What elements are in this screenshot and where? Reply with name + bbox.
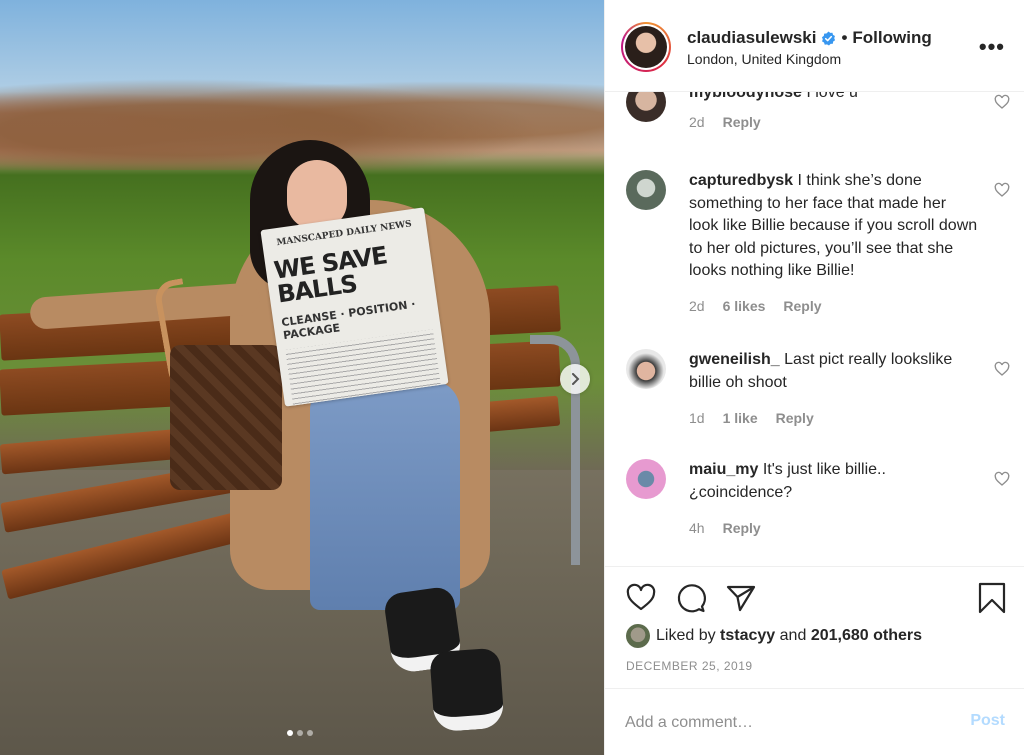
sneaker bbox=[429, 647, 505, 733]
post-photo[interactable]: MANSCAPED DAILY NEWS WE SAVE BALLS CLEAN… bbox=[0, 0, 604, 755]
liked-by-prefix: Liked by bbox=[656, 627, 716, 644]
commenter-avatar[interactable] bbox=[626, 92, 666, 122]
comment-body: I love u bbox=[806, 92, 858, 101]
comments-list[interactable]: mybloodynose I love u 2d Reply capturedb… bbox=[605, 92, 1024, 566]
carousel-dot-active bbox=[287, 730, 293, 736]
post-date[interactable]: DECEMBER 25, 2019 bbox=[626, 659, 753, 673]
liker-avatar[interactable] bbox=[626, 624, 650, 648]
heart-icon[interactable] bbox=[994, 361, 1010, 377]
carousel-dot bbox=[307, 730, 313, 736]
comment-likes[interactable]: 1 like bbox=[723, 410, 758, 426]
post-location[interactable]: London, United Kingdom bbox=[687, 51, 841, 67]
verified-badge-icon bbox=[822, 30, 836, 45]
commenter-avatar[interactable] bbox=[626, 349, 666, 389]
heart-icon[interactable] bbox=[994, 471, 1010, 487]
heart-icon[interactable] bbox=[625, 582, 657, 614]
more-options-button[interactable]: ••• bbox=[979, 36, 1005, 58]
post-actions: Liked by tstacyy and 201,680 others DECE… bbox=[605, 566, 1024, 688]
carousel-next-button[interactable] bbox=[560, 364, 590, 394]
post-header: claudiasulewski • Following London, Unit… bbox=[605, 0, 1024, 92]
commenter-username[interactable]: capturedbysk bbox=[689, 172, 793, 189]
follow-status-button[interactable]: Following bbox=[852, 28, 931, 48]
comment-text: maiu_my It's just like billie.. ¿coincid… bbox=[689, 459, 979, 504]
handbag bbox=[170, 345, 282, 490]
add-comment-bar: Post bbox=[605, 688, 1024, 755]
author-username[interactable]: claudiasulewski bbox=[687, 28, 816, 48]
commenter-avatar[interactable] bbox=[626, 459, 666, 499]
newspaper: MANSCAPED DAILY NEWS WE SAVE BALLS CLEAN… bbox=[260, 207, 449, 407]
commenter-username[interactable]: gweneilish_ bbox=[689, 351, 780, 368]
comment-text: mybloodynose I love u bbox=[689, 92, 979, 105]
reply-button[interactable]: Reply bbox=[723, 520, 761, 536]
chevron-right-icon bbox=[572, 373, 580, 385]
paper-plane-icon[interactable] bbox=[725, 582, 757, 614]
reply-button[interactable]: Reply bbox=[723, 114, 761, 130]
heart-icon[interactable] bbox=[994, 94, 1010, 110]
add-comment-input[interactable] bbox=[625, 709, 945, 737]
commenter-avatar[interactable] bbox=[626, 170, 666, 210]
newspaper-headline: WE SAVE BALLS bbox=[272, 241, 389, 309]
post-sidebar: claudiasulewski • Following London, Unit… bbox=[604, 0, 1024, 755]
more-horizontal-icon: ••• bbox=[978, 34, 1005, 59]
bookmark-icon[interactable] bbox=[976, 582, 1008, 614]
comment-meta: 4h Reply bbox=[689, 520, 761, 536]
comment-age[interactable]: 1d bbox=[689, 410, 705, 426]
author-avatar[interactable] bbox=[621, 22, 671, 72]
comment-bubble-icon[interactable] bbox=[675, 582, 707, 614]
person-jeans bbox=[310, 380, 460, 610]
author-line: claudiasulewski • Following bbox=[687, 28, 932, 48]
comment-age[interactable]: 4h bbox=[689, 520, 705, 536]
commenter-username[interactable]: mybloodynose bbox=[689, 92, 802, 101]
post-comment-button[interactable]: Post bbox=[970, 712, 1005, 730]
comment-likes[interactable]: 6 likes bbox=[723, 298, 766, 314]
carousel-indicator bbox=[287, 730, 313, 736]
header-separator: • bbox=[841, 28, 848, 47]
liked-by-others[interactable]: 201,680 others bbox=[811, 627, 922, 645]
carousel-dot bbox=[297, 730, 303, 736]
comment-meta: 2d 6 likes Reply bbox=[689, 298, 822, 314]
comment-text: gweneilish_ Last pict really lookslike b… bbox=[689, 349, 979, 394]
comment-age[interactable]: 2d bbox=[689, 114, 705, 130]
comment-age[interactable]: 2d bbox=[689, 298, 705, 314]
heart-icon[interactable] bbox=[994, 182, 1010, 198]
comment-text: capturedbysk I think she’s done somethin… bbox=[689, 170, 979, 283]
liked-by-user[interactable]: tstacyy bbox=[720, 627, 775, 645]
reply-button[interactable]: Reply bbox=[776, 410, 814, 426]
comment-meta: 2d Reply bbox=[689, 114, 761, 130]
commenter-username[interactable]: maiu_my bbox=[689, 461, 758, 478]
liked-by-and: and bbox=[779, 627, 807, 644]
comment-meta: 1d 1 like Reply bbox=[689, 410, 814, 426]
reply-button[interactable]: Reply bbox=[783, 298, 821, 314]
liked-by-line: Liked by tstacyy and 201,680 others bbox=[626, 624, 922, 648]
